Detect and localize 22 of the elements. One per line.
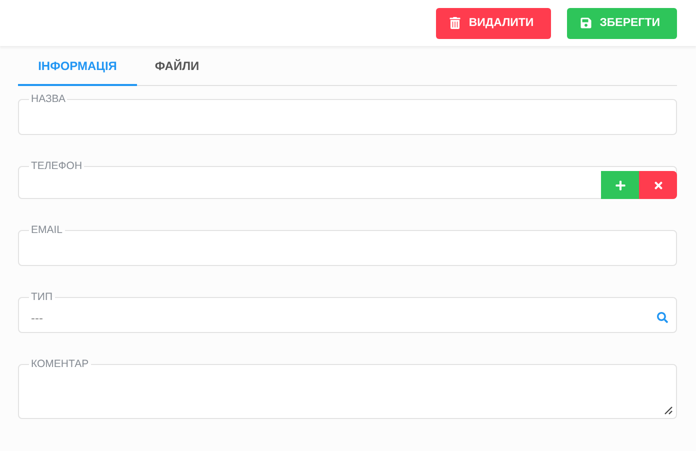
- field-label: ТЕЛЕФОН: [30, 161, 84, 172]
- field-label: EMAIL: [30, 225, 64, 236]
- tab[interactable]: ФАЙЛИ: [137, 48, 217, 86]
- text-field[interactable]: EMAIL: [18, 225, 677, 266]
- add-button[interactable]: [601, 171, 639, 199]
- trash-icon: [448, 17, 461, 29]
- field-label: КОМЕНТАР: [30, 359, 90, 370]
- field-label: ТИП: [30, 292, 54, 303]
- text-field[interactable]: НАЗВА: [18, 94, 677, 135]
- remove-button[interactable]: [639, 171, 677, 199]
- plus-icon: [614, 180, 626, 190]
- phone-field[interactable]: ТЕЛЕФОН: [18, 161, 677, 199]
- field-value: ---: [30, 310, 44, 326]
- close-icon: [652, 180, 664, 190]
- tab[interactable]: ІНФОРМАЦІЯ: [18, 48, 137, 86]
- comment-field[interactable]: КОМЕНТАР: [18, 359, 677, 419]
- lookup-field[interactable]: ТИП ---: [18, 292, 677, 333]
- resize-grip-icon[interactable]: [664, 406, 673, 415]
- field-label: НАЗВА: [30, 94, 66, 105]
- save-button[interactable]: ЗБЕРЕГТИ: [566, 8, 677, 38]
- delete-button[interactable]: ВИДАЛИТИ: [436, 8, 551, 38]
- search-icon[interactable]: [657, 312, 668, 323]
